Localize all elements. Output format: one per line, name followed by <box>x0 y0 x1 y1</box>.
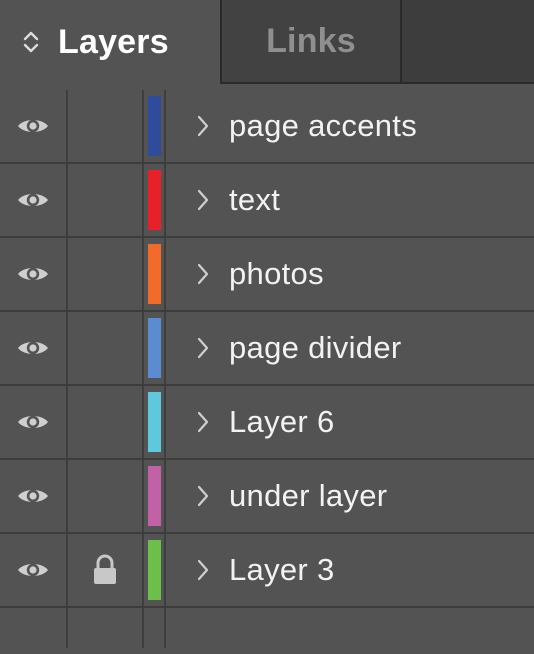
sort-updown-icon[interactable] <box>22 29 40 55</box>
column-divider <box>164 90 166 162</box>
visibility-toggle[interactable] <box>0 90 68 162</box>
lock-toggle[interactable] <box>68 164 144 236</box>
layer-row-3[interactable]: page divider <box>0 312 534 386</box>
visibility-toggle[interactable] <box>0 386 68 458</box>
eye-icon <box>18 193 48 207</box>
lock-toggle[interactable] <box>68 312 144 384</box>
chevron-right-icon[interactable] <box>195 114 211 138</box>
layer-name[interactable]: photos <box>229 256 324 292</box>
tab-bar: Layers Links <box>0 0 534 84</box>
eye-icon <box>18 119 48 133</box>
eye-icon <box>18 489 48 503</box>
tab-links-label: Links <box>266 21 356 60</box>
layer-name[interactable]: page divider <box>229 330 402 366</box>
visibility-toggle[interactable] <box>0 238 68 310</box>
layer-list: page accents text photos page divider La… <box>0 90 534 648</box>
layer-row-0[interactable]: page accents <box>0 90 534 164</box>
visibility-toggle[interactable] <box>0 534 68 606</box>
layer-name[interactable]: text <box>229 182 280 218</box>
layers-panel: Layers Links page accents text photos pa… <box>0 0 534 654</box>
eye-icon <box>18 267 48 281</box>
layer-row-1[interactable]: text <box>0 164 534 238</box>
column-divider <box>164 460 166 532</box>
chevron-right-icon[interactable] <box>195 484 211 508</box>
layer-name[interactable]: Layer 6 <box>229 404 335 440</box>
visibility-toggle[interactable] <box>0 164 68 236</box>
empty-lock-cell <box>68 608 144 648</box>
layer-color-swatch <box>148 96 161 156</box>
lock-toggle[interactable] <box>68 90 144 162</box>
layer-row-2[interactable]: photos <box>0 238 534 312</box>
layer-color-swatch <box>148 466 161 526</box>
column-divider <box>164 608 166 648</box>
layer-color-swatch <box>148 170 161 230</box>
visibility-toggle[interactable] <box>0 460 68 532</box>
layer-color-swatch <box>148 244 161 304</box>
layer-color-swatch <box>148 318 161 378</box>
visibility-toggle[interactable] <box>0 312 68 384</box>
chevron-right-icon[interactable] <box>195 188 211 212</box>
column-divider <box>164 238 166 310</box>
eye-icon <box>18 563 48 577</box>
column-divider <box>164 312 166 384</box>
tab-layers-label: Layers <box>58 22 169 61</box>
chevron-right-icon[interactable] <box>195 336 211 360</box>
lock-toggle[interactable] <box>68 534 144 606</box>
layer-name[interactable]: Layer 3 <box>229 552 335 588</box>
lock-icon <box>94 554 116 584</box>
lock-toggle[interactable] <box>68 238 144 310</box>
lock-toggle[interactable] <box>68 460 144 532</box>
layer-row-6[interactable]: Layer 3 <box>0 534 534 608</box>
layer-name[interactable]: under layer <box>229 478 387 514</box>
eye-icon <box>18 415 48 429</box>
chevron-right-icon[interactable] <box>195 410 211 434</box>
column-divider <box>164 386 166 458</box>
layer-color-swatch <box>148 540 161 600</box>
lock-toggle[interactable] <box>68 386 144 458</box>
empty-row <box>0 608 534 648</box>
empty-eye-cell <box>0 608 68 648</box>
tab-links[interactable]: Links <box>222 0 402 82</box>
layer-color-swatch <box>148 392 161 452</box>
layer-name[interactable]: page accents <box>229 108 417 144</box>
layer-row-4[interactable]: Layer 6 <box>0 386 534 460</box>
layer-row-5[interactable]: under layer <box>0 460 534 534</box>
column-divider <box>164 164 166 236</box>
column-divider <box>164 534 166 606</box>
chevron-right-icon[interactable] <box>195 262 211 286</box>
tab-layers[interactable]: Layers <box>0 0 222 84</box>
chevron-right-icon[interactable] <box>195 558 211 582</box>
eye-icon <box>18 341 48 355</box>
